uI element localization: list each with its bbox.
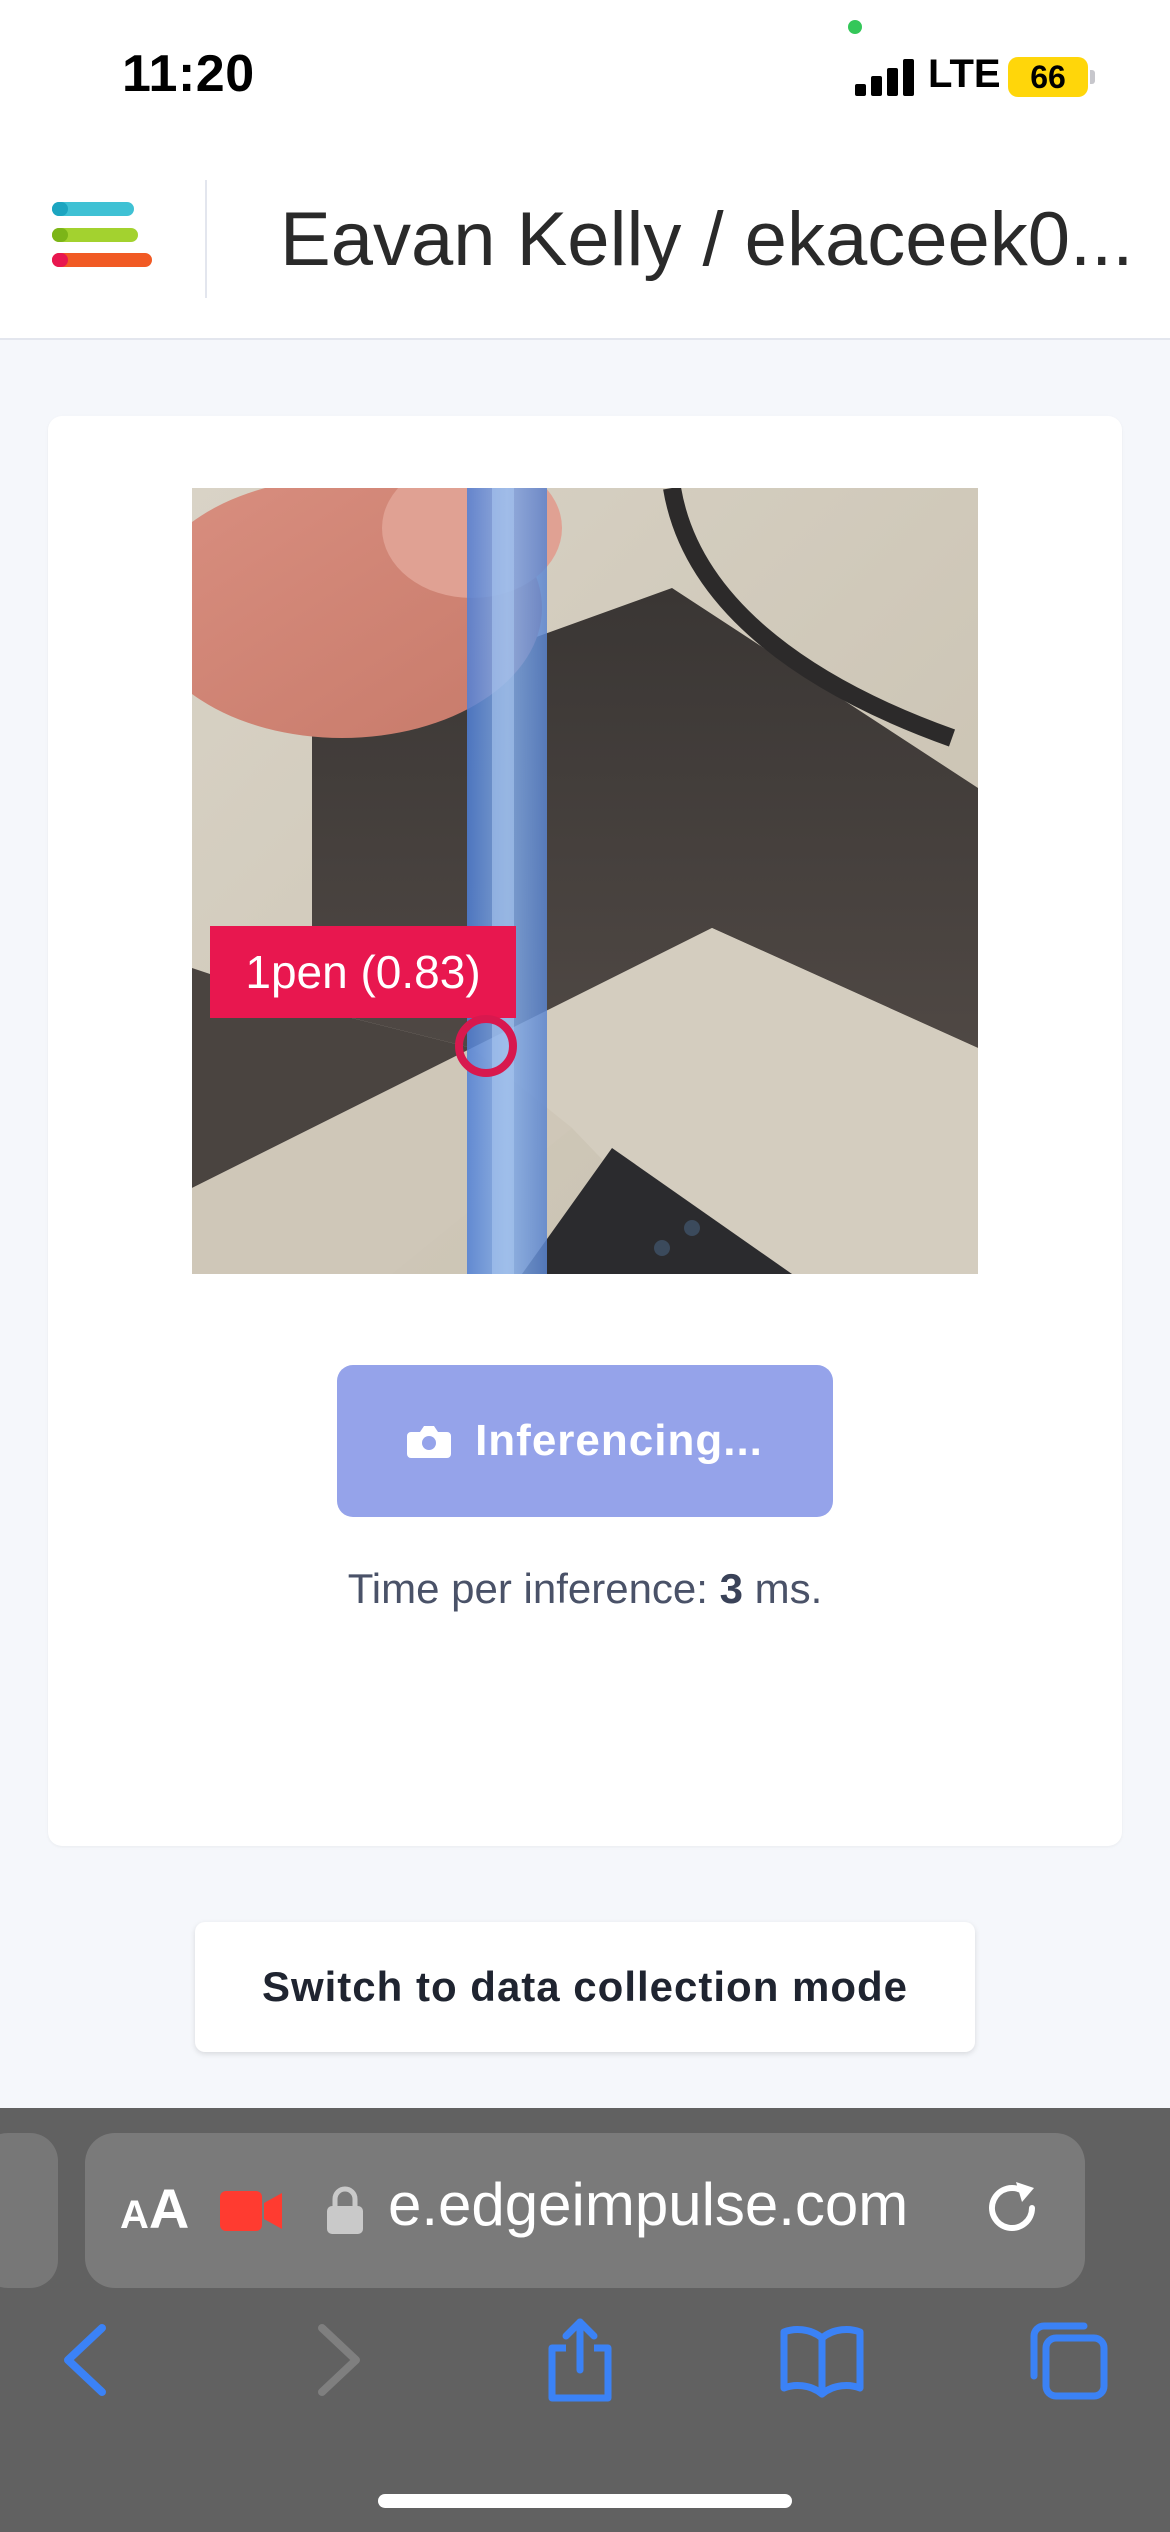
camera-recording-icon[interactable]: [220, 2191, 282, 2231]
time-per-inference-value: 3: [719, 1565, 743, 1612]
tabs-icon[interactable]: [1026, 2318, 1110, 2402]
forward-icon[interactable]: [296, 2318, 380, 2402]
text-size-large-a: A: [148, 2177, 190, 2240]
time-per-inference-suffix: ms.: [742, 1565, 823, 1612]
share-icon[interactable]: [538, 2318, 622, 2402]
detection-label: 1pen (0.83): [210, 926, 516, 1018]
detection-centroid-marker: [455, 1015, 517, 1077]
battery-cap: [1090, 70, 1095, 84]
menu-icon[interactable]: [52, 202, 156, 274]
status-time: 11:20: [122, 45, 255, 103]
text-size-small-a: A: [120, 2193, 149, 2237]
previous-tab-preview[interactable]: [0, 2133, 58, 2288]
inferencing-button[interactable]: Inferencing...: [337, 1365, 833, 1517]
time-per-inference: Time per inference: 3 ms.: [0, 1565, 1170, 1613]
home-indicator[interactable]: [378, 2494, 792, 2508]
network-type: LTE: [928, 52, 1001, 96]
privacy-indicator-dot: [848, 20, 862, 34]
status-bar: 11:20 LTE 66: [0, 0, 1170, 150]
lock-icon: [327, 2186, 363, 2234]
header-divider: [205, 180, 207, 298]
text-size-button[interactable]: AA: [120, 2176, 189, 2241]
project-title[interactable]: Eavan Kelly / ekaceek0...: [280, 196, 1140, 283]
signal-strength-icon: [855, 58, 915, 96]
camera-feed: [192, 488, 978, 1274]
time-per-inference-prefix: Time per inference:: [347, 1565, 720, 1612]
bookmarks-icon[interactable]: [780, 2318, 864, 2402]
inferencing-button-label: Inferencing...: [475, 1416, 763, 1465]
switch-to-data-collection-button[interactable]: Switch to data collection mode: [195, 1922, 975, 2052]
url-text[interactable]: e.edgeimpulse.com: [388, 2170, 908, 2239]
reload-icon[interactable]: [982, 2178, 1046, 2242]
back-icon[interactable]: [44, 2318, 128, 2402]
camera-icon: [407, 1426, 452, 1458]
app-header: Eavan Kelly / ekaceek0...: [0, 150, 1170, 340]
battery-icon: 66: [1008, 57, 1088, 97]
